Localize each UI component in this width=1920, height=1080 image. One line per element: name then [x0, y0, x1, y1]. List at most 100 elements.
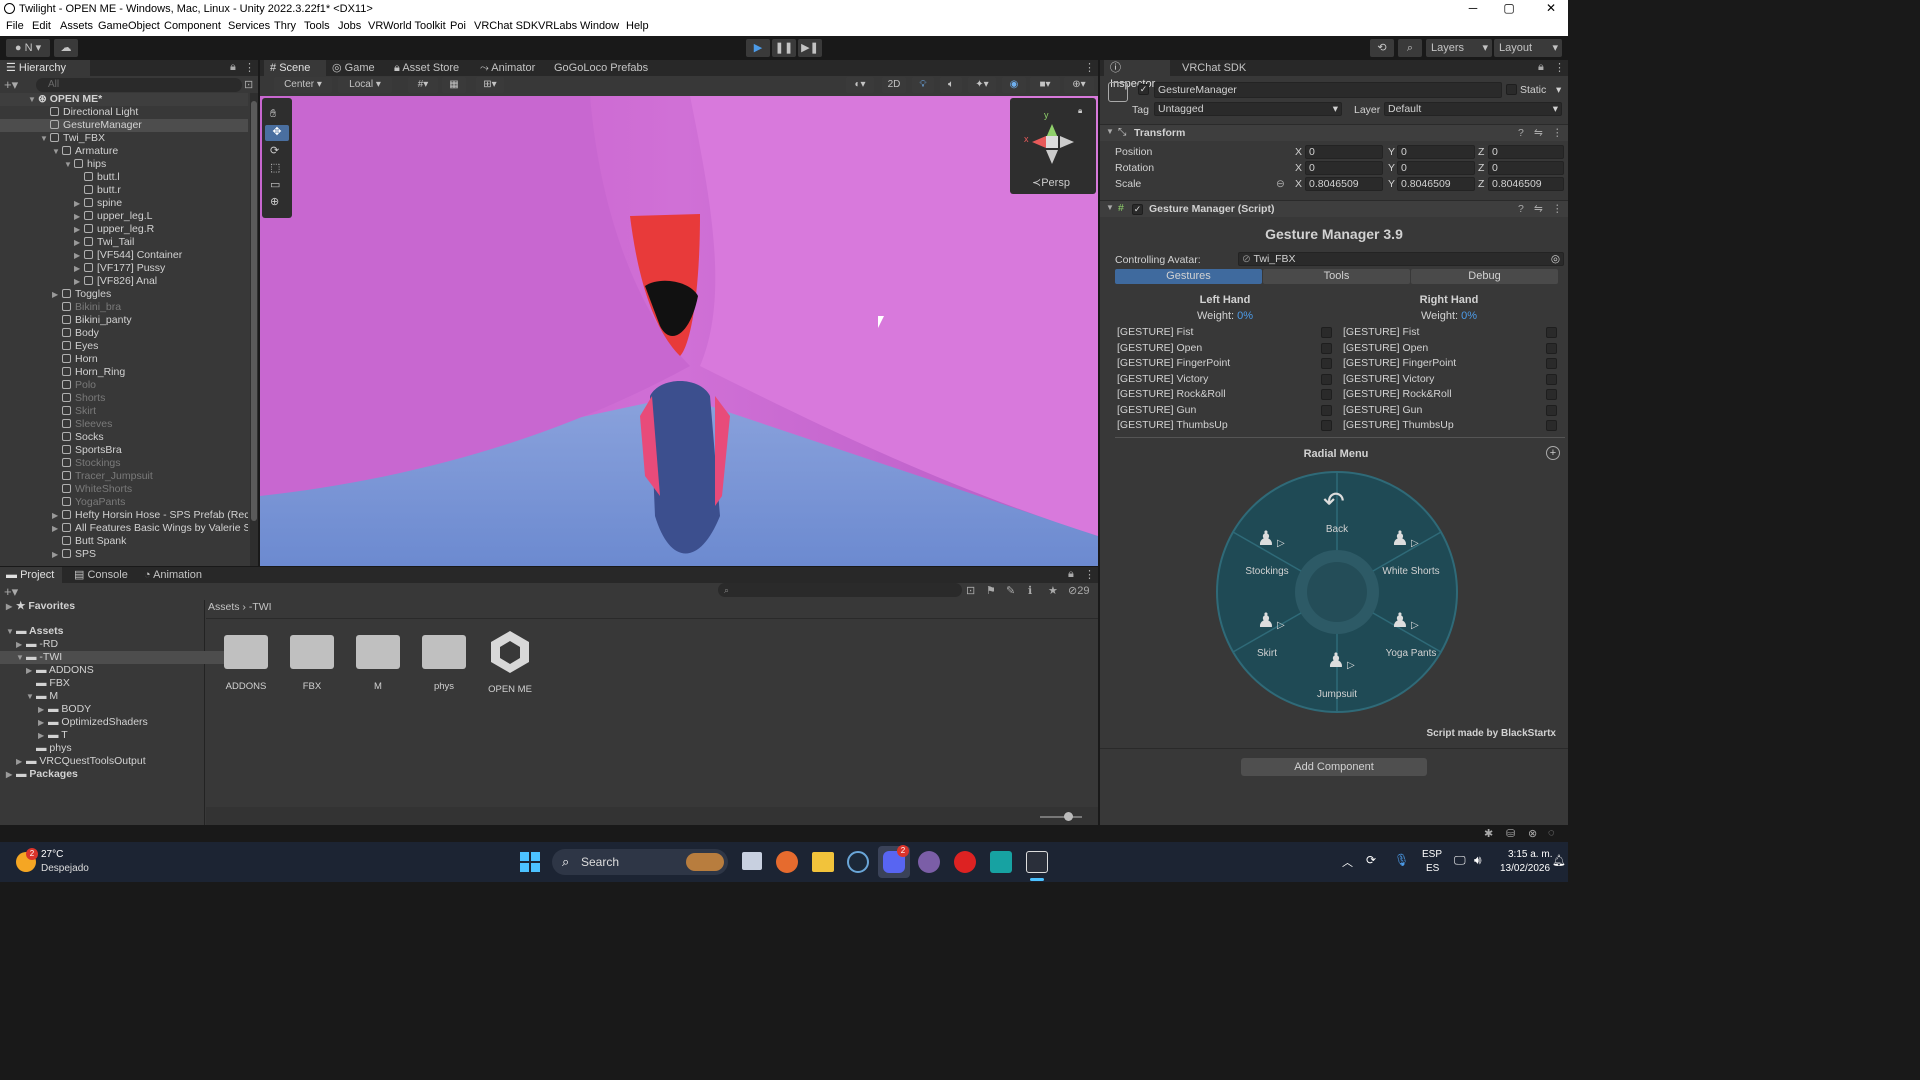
- add-component-button[interactable]: Add Component: [1241, 758, 1427, 776]
- progress-icon[interactable]: ⊗: [1528, 827, 1537, 840]
- script-header[interactable]: ▼ # ✓ Gesture Manager (Script) ? ⇋ ⋮: [1100, 200, 1568, 217]
- menu-component[interactable]: Component: [164, 20, 221, 32]
- menu-window[interactable]: Window: [580, 20, 619, 32]
- axis-neg-y-cone[interactable]: [1046, 150, 1058, 164]
- scene-viewport[interactable]: [260, 96, 1098, 566]
- menu-thry[interactable]: Thry: [274, 20, 296, 32]
- menu-help[interactable]: Help: [626, 20, 649, 32]
- taskbar-search[interactable]: ⌕ Search: [552, 849, 728, 875]
- right-gesture-checkbox[interactable]: [1546, 420, 1557, 431]
- tree-item[interactable]: ▶ [VF544] Container: [0, 249, 248, 262]
- label-icon[interactable]: ✎: [1006, 584, 1015, 597]
- radial-item-jumpsuit[interactable]: Jumpsuit: [1307, 689, 1367, 700]
- pivot-dropdown[interactable]: Center ▾: [274, 77, 332, 93]
- tree-item[interactable]: Skirt: [0, 405, 248, 418]
- pause-button[interactable]: ❚❚: [772, 39, 796, 57]
- tree-item[interactable]: SportsBra: [0, 444, 248, 457]
- tree-item[interactable]: WhiteShorts: [0, 483, 248, 496]
- asset-scene[interactable]: OPEN ME: [484, 629, 536, 699]
- add-icon[interactable]: +▾: [4, 77, 18, 93]
- microphone-icon[interactable]: 🎙︎: [1394, 853, 1409, 867]
- left-gesture-checkbox[interactable]: [1321, 358, 1332, 369]
- left-gesture-checkbox[interactable]: [1321, 327, 1332, 338]
- filter-icon[interactable]: ⚑: [986, 584, 996, 597]
- vrchat-icon[interactable]: [918, 851, 940, 873]
- layers-dropdown[interactable]: Layers ▾: [1426, 39, 1492, 57]
- menu-assets[interactable]: Assets: [60, 20, 93, 32]
- tree-item[interactable]: ▶ ▬ OptimizedShaders: [0, 716, 248, 729]
- file-explorer-icon[interactable]: [812, 852, 834, 872]
- lock-icon[interactable]: 🔒︎: [1538, 61, 1544, 74]
- link-icon[interactable]: ⊖: [1276, 178, 1285, 190]
- axis-x-cone[interactable]: [1032, 136, 1046, 148]
- kebab-menu-icon[interactable]: ⋮: [1554, 61, 1565, 74]
- tree-item[interactable]: Horn_Ring: [0, 366, 248, 379]
- weather-temperature[interactable]: 27°C: [41, 849, 63, 860]
- radial-item-white-shorts[interactable]: White Shorts: [1371, 566, 1451, 577]
- keyboard-layout-indicator[interactable]: ES: [1426, 863, 1439, 874]
- tree-item-selected[interactable]: ▼ ▬ -TWI: [0, 651, 248, 664]
- kebab-menu-icon[interactable]: ⋮: [1552, 127, 1563, 139]
- position-y-input[interactable]: 0: [1397, 145, 1475, 159]
- close-button[interactable]: ✕: [1536, 1, 1566, 17]
- notification-icon[interactable]: ◌: [1548, 827, 1555, 839]
- tree-item[interactable]: ▶ Toggles: [0, 288, 248, 301]
- debug-icon[interactable]: ✱: [1484, 827, 1493, 840]
- tab-project[interactable]: ▬ Project: [0, 567, 62, 583]
- menu-tools[interactable]: Tools: [304, 20, 330, 32]
- weather-description[interactable]: Despejado: [41, 863, 89, 874]
- increment-snap-icon[interactable]: ⊞▾: [476, 77, 504, 93]
- tree-item[interactable]: ▶ upper_leg.R: [0, 223, 248, 236]
- tree-item[interactable]: ▶ ▬ ADDONS: [0, 664, 248, 677]
- menu-gameobject[interactable]: GameObject: [98, 20, 160, 32]
- menu-vrworld-toolkit[interactable]: VRWorld Toolkit: [368, 20, 446, 32]
- left-gesture-checkbox[interactable]: [1321, 343, 1332, 354]
- tab-inspector[interactable]: ⓘ Inspector: [1104, 60, 1170, 90]
- tree-item[interactable]: Tracer_Jumpsuit: [0, 470, 248, 483]
- rotation-y-input[interactable]: 0: [1397, 161, 1475, 175]
- tree-item[interactable]: ▬ FBX: [0, 677, 248, 690]
- chevron-up-icon[interactable]: ︿: [1342, 854, 1353, 870]
- kebab-menu-icon[interactable]: ⋮: [1552, 203, 1563, 215]
- move-tool-icon[interactable]: ✥: [265, 125, 289, 141]
- back-arrow-icon[interactable]: ↶: [1323, 486, 1345, 517]
- grid-snap-icon[interactable]: #▾: [408, 77, 438, 93]
- tree-item[interactable]: Horn: [0, 353, 248, 366]
- radial-item-skirt[interactable]: Skirt: [1237, 648, 1297, 659]
- tab-vrchat-sdk[interactable]: VRChat SDK: [1176, 60, 1252, 76]
- right-gesture-checkbox[interactable]: [1546, 343, 1557, 354]
- task-view-icon[interactable]: [742, 852, 762, 870]
- tab-tools[interactable]: Tools: [1263, 269, 1410, 284]
- hidden-packages-icon[interactable]: ⊘29: [1068, 584, 1089, 597]
- tree-item[interactable]: ▶ ▬ VRCQuestToolsOutput: [0, 755, 248, 768]
- zoom-slider[interactable]: [1040, 816, 1082, 818]
- tree-item[interactable]: ▬ phys: [0, 742, 248, 755]
- right-gesture-checkbox[interactable]: [1546, 405, 1557, 416]
- tab-game[interactable]: ◎ Game: [326, 60, 381, 76]
- tree-item[interactable]: ▶ [VF177] Pussy: [0, 262, 248, 275]
- tab-gogoloco-prefabs[interactable]: GoGoLoco Prefabs: [548, 60, 654, 76]
- transform-header[interactable]: ▼ ⤡ Transform ? ⇋ ⋮: [1100, 124, 1568, 141]
- tab-scene[interactable]: # Scene: [264, 60, 326, 76]
- kebab-menu-icon[interactable]: ⋮: [1084, 61, 1095, 74]
- zoom-slider-thumb[interactable]: [1064, 812, 1073, 821]
- position-x-input[interactable]: 0: [1305, 145, 1383, 159]
- favorite-star-icon[interactable]: ★: [1048, 584, 1058, 597]
- menu-poi[interactable]: Poi: [450, 20, 466, 32]
- tree-item[interactable]: ▶ upper_leg.L: [0, 210, 248, 223]
- space-dropdown[interactable]: Local ▾: [338, 77, 392, 93]
- tree-item[interactable]: Polo: [0, 379, 248, 392]
- kebab-menu-icon[interactable]: ⋮: [1084, 568, 1095, 581]
- clock-date[interactable]: 13/02/2026: [1500, 863, 1550, 874]
- help-icon[interactable]: ?: [1518, 203, 1524, 215]
- help-icon[interactable]: ?: [1518, 127, 1524, 139]
- persp-label[interactable]: ≺Persp: [1032, 176, 1070, 189]
- script-enabled-checkbox[interactable]: ✓: [1132, 204, 1143, 215]
- info-icon[interactable]: ℹ: [1028, 584, 1032, 597]
- tree-item[interactable]: ▶ ▬ T: [0, 729, 248, 742]
- tree-item[interactable]: ▼ Armature: [0, 145, 248, 158]
- controlling-avatar-field[interactable]: ⊘ Twi_FBX ◎: [1238, 252, 1564, 266]
- language-indicator[interactable]: ESP: [1422, 849, 1442, 860]
- rotate-tool-icon[interactable]: ⟳: [270, 144, 279, 157]
- effects-icon[interactable]: ✦▾: [968, 77, 996, 93]
